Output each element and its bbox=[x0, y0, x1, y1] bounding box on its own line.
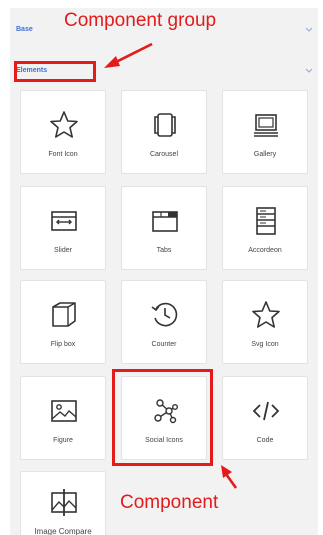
arrow-icon bbox=[221, 465, 238, 489]
annotation-component: Component bbox=[120, 492, 219, 513]
